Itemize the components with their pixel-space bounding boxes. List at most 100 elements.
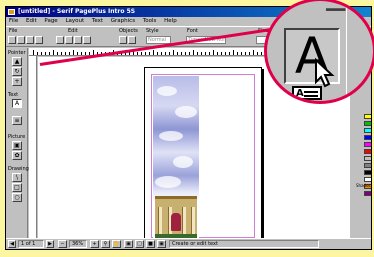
picture-label: Picture [8,134,26,140]
prev-page-button[interactable]: ◀ [8,240,16,248]
color-swatch[interactable] [364,135,371,140]
new-document-button[interactable] [8,36,16,44]
zoom-tool-button[interactable]: ⚲ [101,240,110,248]
rectangle-tool[interactable]: □ [12,183,22,192]
style-group-label: Style [146,28,159,34]
color-swatch[interactable] [364,191,371,196]
menu-text[interactable]: Text [92,18,103,24]
crop-tool[interactable]: + [12,77,22,86]
ruler-tick [241,52,242,55]
menu-page[interactable]: Page [44,18,57,24]
undo-button[interactable] [83,36,91,44]
person-figure [171,213,181,231]
rotate-tool[interactable]: ↻ [12,67,22,76]
menu-graphics[interactable]: Graphics [111,18,135,24]
ruler-tick [205,52,206,55]
ruler-tick [157,52,158,55]
view-mode-button[interactable]: ▣ [157,240,166,248]
print-button[interactable] [35,36,43,44]
ruler-tick [217,52,218,55]
paste-button[interactable] [74,36,82,44]
ruler-tick [245,52,246,55]
ruler-tick [261,52,262,55]
ruler-tick [185,52,186,55]
edit-group-label: Edit [68,28,78,34]
import-picture-tool[interactable]: ▣ [12,141,22,150]
status-bar: ◀ 1 of 1 ▶ − 36% + ⚲ ✋ ▣ □ ■ ▣ Create or… [6,238,371,249]
zoom-in-button[interactable]: + [90,240,99,248]
bring-front-button[interactable] [119,36,127,44]
shape-tool[interactable]: ○ [12,193,22,202]
color-swatch[interactable] [364,149,371,154]
menu-file[interactable]: File [9,18,18,24]
ruler-tick [69,52,70,55]
text-tool[interactable]: A [12,99,22,108]
ruler-tick [145,52,146,55]
actual-size-button[interactable]: ■ [146,240,155,248]
magnified-text-frame-button: A [292,86,322,100]
ruler-tick [237,52,238,55]
document-page[interactable] [144,67,262,242]
pan-tool-button[interactable]: ✋ [112,240,121,248]
clipart-tool[interactable]: ✿ [12,151,22,160]
ruler-tick [209,52,210,55]
save-button[interactable] [26,36,34,44]
app-icon[interactable] [8,9,15,15]
ruler-tick [225,52,226,55]
cut-button[interactable] [56,36,64,44]
menu-layout[interactable]: Layout [65,18,84,24]
ruler-tick [201,52,202,55]
text-frame-letter: A [296,88,304,99]
copy-button[interactable] [65,36,73,44]
page-indicator: 1 of 1 [18,240,44,248]
ruler-tick [65,52,66,55]
menu-help[interactable]: Help [164,18,177,24]
magnified-callout: ━━ A A [266,0,374,102]
ruler-tick [33,50,34,55]
color-swatch[interactable] [364,142,371,147]
vertical-ruler[interactable] [29,56,37,241]
zoom-field[interactable]: 36% [69,240,87,248]
gazebo-picture[interactable] [153,76,199,242]
next-page-button[interactable]: ▶ [46,240,54,248]
color-swatch[interactable] [364,114,371,119]
color-swatch[interactable] [364,128,371,133]
ruler-tick [73,50,74,55]
ruler-tick [85,52,86,55]
color-swatch[interactable] [364,170,371,175]
color-swatch[interactable] [364,156,371,161]
gazebo [155,196,197,242]
cloud [159,131,183,141]
ruler-tick [249,52,250,55]
ruler-tick [169,52,170,55]
page-width-button[interactable]: □ [135,240,144,248]
send-back-button[interactable] [128,36,136,44]
pointer-tool[interactable]: ▲ [12,57,22,66]
menu-tools[interactable]: Tools [143,18,157,24]
zoom-out-button[interactable]: − [58,240,67,248]
ruler-tick [149,52,150,55]
cloud [173,156,193,168]
line-tool[interactable]: \ [12,173,22,182]
ruler-tick [165,52,166,55]
cloud [157,86,177,96]
tool-palette: Pointer ▲ ↻ + Text A ≡ Picture ▣ ✿ Drawi… [6,48,29,240]
color-swatch[interactable] [364,163,371,168]
ruler-tick [61,52,62,55]
menu-edit[interactable]: Edit [26,18,37,24]
open-button[interactable] [17,36,25,44]
color-swatch[interactable] [364,177,371,182]
cloud [155,176,181,188]
text-frame-tool[interactable]: ≡ [12,116,22,125]
color-swatch[interactable] [364,121,371,126]
shades-label: Shades [356,183,371,188]
column [191,207,195,237]
ruler-tick [181,52,182,55]
text-line [304,95,318,97]
font-group-label: Font [187,28,198,34]
ruler-tick [153,50,154,55]
full-page-button[interactable]: ▣ [124,240,133,248]
ruler-tick [189,52,190,55]
ruler-tick [257,52,258,55]
cursor-arrow-icon [315,58,335,88]
